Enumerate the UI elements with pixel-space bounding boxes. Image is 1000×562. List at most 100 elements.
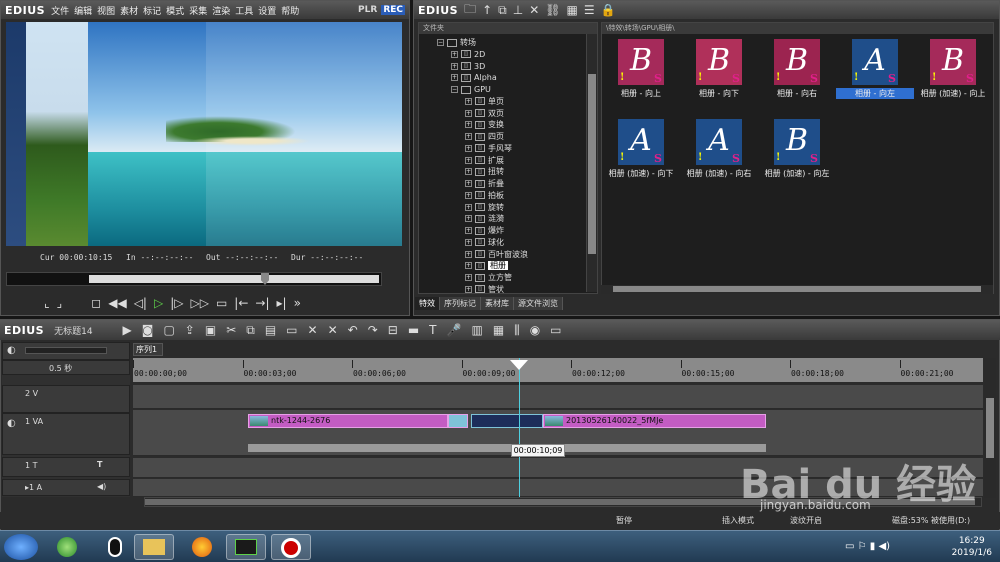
- expand-icon[interactable]: −: [451, 86, 458, 93]
- open-icon[interactable]: ⇪: [185, 323, 195, 337]
- menu-item[interactable]: 采集: [189, 4, 207, 17]
- transition-effect[interactable]: A! S 相册 (加速) - 向右: [680, 119, 758, 179]
- firefox-icon[interactable]: [182, 534, 222, 560]
- lock-icon[interactable]: 🔒: [601, 3, 616, 17]
- rewind-icon[interactable]: ◀◀: [108, 296, 126, 310]
- grid-icon[interactable]: ▦: [567, 3, 578, 17]
- menu-item[interactable]: 渲染: [212, 4, 230, 17]
- explorer-icon[interactable]: [134, 534, 174, 560]
- player-scrubber[interactable]: [6, 272, 382, 286]
- tree-node[interactable]: + ◫ 四页: [465, 131, 504, 142]
- up-icon[interactable]: ↑: [482, 3, 492, 17]
- lane-2v[interactable]: [133, 385, 983, 409]
- transition-effect[interactable]: B! S 相册 - 向下: [680, 39, 758, 99]
- audio-waveform[interactable]: [248, 444, 766, 452]
- transition-effect[interactable]: A! S 相册 (加速) - 向下: [602, 119, 680, 179]
- track-1va[interactable]: ◐ 1 VA: [2, 413, 130, 455]
- stop-icon[interactable]: ◻: [91, 296, 101, 310]
- menu-item[interactable]: 标记: [143, 4, 161, 17]
- mic-icon[interactable]: 🎤: [447, 323, 462, 337]
- track-2v[interactable]: 2 V: [2, 385, 130, 413]
- tree-scrollbar[interactable]: [586, 34, 597, 292]
- step-back-icon[interactable]: ◁|: [134, 296, 147, 310]
- browser-360-icon[interactable]: [47, 534, 87, 560]
- expand-icon[interactable]: +: [465, 156, 472, 164]
- transition-effect[interactable]: B! S 相册 - 向上: [602, 39, 680, 99]
- menu-item[interactable]: 素材: [120, 4, 138, 17]
- camera-icon[interactable]: ◙: [142, 323, 154, 337]
- expand-icon[interactable]: +: [465, 144, 472, 152]
- track-1a[interactable]: ▸1 A ◀): [2, 479, 130, 496]
- menu-item[interactable]: 视图: [97, 4, 115, 17]
- tree-node[interactable]: + ◫ 爆炸: [465, 225, 504, 236]
- tree-node[interactable]: + ◫ Alpha: [451, 72, 497, 83]
- expand-icon[interactable]: +: [451, 50, 458, 58]
- browser-scrollbar[interactable]: [601, 285, 993, 294]
- split-icon[interactable]: ▸|: [277, 296, 287, 310]
- tree-node[interactable]: + ◫ 双页: [465, 108, 504, 119]
- tree-node[interactable]: + ◫ 球化: [465, 237, 504, 248]
- record-icon[interactable]: ◉: [530, 323, 540, 337]
- menu-item[interactable]: 设置: [258, 4, 276, 17]
- paste-icon[interactable]: ▤: [265, 323, 276, 337]
- lock-icon[interactable]: ◐: [7, 345, 16, 356]
- expand-icon[interactable]: +: [451, 74, 458, 82]
- step-forward-icon[interactable]: |▷: [170, 296, 183, 310]
- expand-icon[interactable]: +: [465, 262, 472, 270]
- copy-icon[interactable]: ⧉: [246, 323, 255, 338]
- timeline-ruler[interactable]: 00:00:00;00 00:00:03;00 00:00:06;00 00:00:0…: [133, 358, 983, 382]
- expand-icon[interactable]: +: [465, 285, 472, 293]
- expand-icon[interactable]: −: [437, 39, 444, 46]
- menu-item[interactable]: 工具: [235, 4, 253, 17]
- expand-icon[interactable]: +: [465, 133, 472, 140]
- expand-icon[interactable]: +: [465, 168, 472, 176]
- trim-icon[interactable]: ⊟: [388, 323, 398, 337]
- ripple-delete-icon[interactable]: ✕: [328, 323, 338, 337]
- copy-icon[interactable]: ⧉: [498, 3, 507, 18]
- mark-in-icon[interactable]: ⌞: [44, 296, 50, 310]
- loop-icon[interactable]: ▭: [216, 296, 227, 310]
- timeline-vscroll[interactable]: [984, 358, 996, 498]
- status-ripple[interactable]: 波纹开启: [790, 515, 822, 526]
- tree-node[interactable]: + ◫ 管状: [465, 284, 504, 293]
- link-icon[interactable]: ◐: [7, 418, 16, 429]
- folder-icon[interactable]: 🗀: [464, 0, 476, 21]
- tree-node[interactable]: − 转场: [437, 37, 476, 48]
- expand-icon[interactable]: +: [465, 215, 472, 223]
- audio-icon[interactable]: ⫼: [514, 323, 520, 338]
- tree-node[interactable]: + ◫ 3D: [451, 61, 485, 72]
- bin-tab[interactable]: 源文件浏览: [514, 297, 563, 310]
- add-icon[interactable]: ⊥: [513, 3, 523, 17]
- menu-item[interactable]: 文件: [51, 4, 69, 17]
- timeline-scale[interactable]: 0.5 秒: [49, 363, 72, 374]
- transition-effect[interactable]: B! S 相册 (加速) - 向左: [758, 119, 836, 179]
- plr-button[interactable]: PLR: [356, 5, 379, 15]
- fast-forward-icon[interactable]: ▷▷: [190, 296, 208, 310]
- list-icon[interactable]: ☰: [584, 3, 595, 17]
- clock[interactable]: 16:29 2019/1/6: [952, 535, 992, 559]
- mark-out-icon[interactable]: ⌟: [57, 296, 63, 310]
- more-icon[interactable]: »: [294, 296, 301, 310]
- tree-node[interactable]: + ◫ 扭转: [465, 166, 504, 177]
- replace-icon[interactable]: ▭: [286, 323, 297, 337]
- undo-icon[interactable]: ↶: [348, 323, 358, 337]
- expand-icon[interactable]: +: [465, 203, 472, 211]
- transition-effect[interactable]: B! S 相册 - 向右: [758, 39, 836, 99]
- expand-icon[interactable]: +: [465, 121, 472, 129]
- expand-icon[interactable]: +: [465, 180, 472, 187]
- tree-node[interactable]: + ◫ 变换: [465, 119, 504, 130]
- menu-item[interactable]: 模式: [166, 4, 184, 17]
- edius-taskbar-icon[interactable]: [226, 534, 266, 560]
- mixer-icon[interactable]: ▦: [493, 323, 504, 337]
- video-clip-1[interactable]: ntk-1244-2676: [248, 414, 448, 428]
- tree-node[interactable]: + ◫ 相册: [465, 260, 508, 271]
- track-1t[interactable]: 1 T T: [2, 457, 130, 477]
- expand-icon[interactable]: +: [465, 238, 472, 246]
- menu-item[interactable]: 帮助: [281, 4, 299, 17]
- delete-icon[interactable]: ✕: [529, 3, 539, 17]
- tree-node[interactable]: + ◫ 涟漪: [465, 213, 504, 224]
- sequence-tab[interactable]: 序列1: [133, 343, 163, 356]
- bin-tab[interactable]: 序列标记: [440, 297, 481, 310]
- tree-node[interactable]: − GPU: [451, 84, 491, 95]
- bin-tab[interactable]: 素材库: [481, 297, 514, 310]
